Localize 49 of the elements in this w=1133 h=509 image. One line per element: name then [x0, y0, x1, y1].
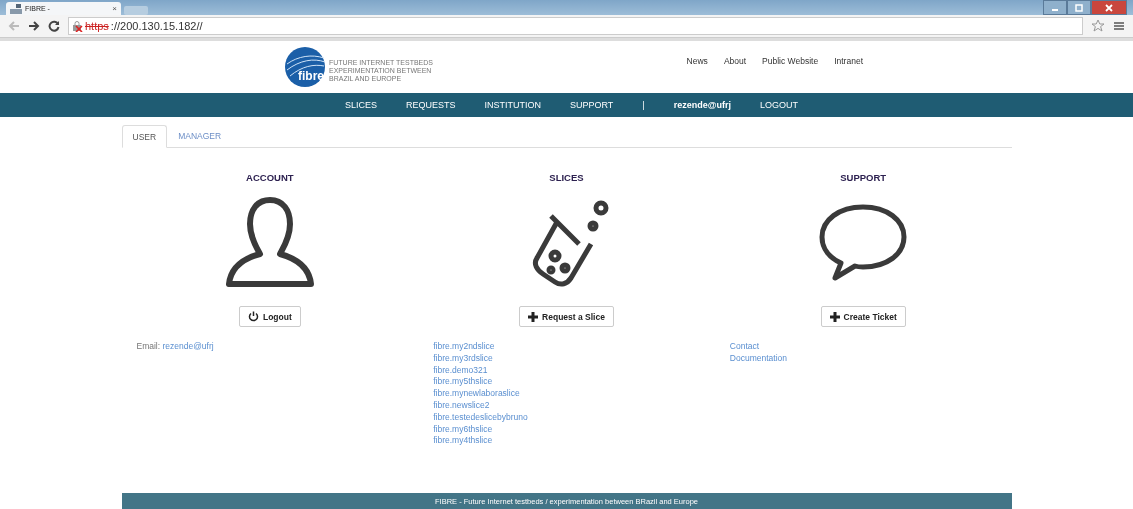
favicon-icon: [10, 3, 22, 14]
slice-link[interactable]: fibre.my4thslice: [433, 435, 493, 448]
minimize-button[interactable]: [1043, 0, 1067, 15]
logo-icon: [284, 46, 326, 88]
header-link[interactable]: News: [686, 56, 708, 66]
slice-link[interactable]: fibre.my3rdslice: [433, 352, 493, 365]
logo-text: fibre: [298, 69, 324, 83]
user-icon: [224, 195, 315, 288]
action-button[interactable]: Request a Slice: [519, 306, 614, 327]
slice-link[interactable]: fibre.my5thslice: [433, 376, 493, 389]
nav-link[interactable]: LOGOUT: [760, 100, 798, 110]
star-icon[interactable]: [1091, 19, 1105, 33]
nav-link[interactable]: SUPPORT: [570, 100, 614, 110]
maximize-icon: [1074, 3, 1084, 12]
nav-separator: |: [642, 100, 645, 110]
slice-link[interactable]: fibre.testedeslicebybruno: [433, 411, 528, 424]
address-field[interactable]: https ://200.130.15.182//: [68, 17, 1083, 35]
nav-link[interactable]: SLICES: [345, 100, 377, 110]
header-link[interactable]: Intranet: [834, 56, 863, 66]
slice-link[interactable]: fibre.mynewlaboraslice: [433, 388, 520, 400]
header-link[interactable]: About: [723, 56, 747, 66]
nav-user-link[interactable]: rezende@ufrj: [673, 100, 731, 110]
close-icon: [1104, 3, 1114, 12]
plus-icon: [829, 311, 840, 322]
plus-icon: [528, 311, 539, 322]
power-icon: [247, 311, 259, 322]
help-link[interactable]: Contact: [729, 341, 760, 353]
menu-icon[interactable]: [1113, 20, 1125, 32]
nav-link[interactable]: REQUESTS: [406, 100, 456, 110]
slice-link[interactable]: fibre.demo321: [433, 364, 488, 377]
tab[interactable]: USER: [121, 125, 168, 148]
slice-link[interactable]: fibre.my2ndslice: [433, 341, 495, 353]
email-link[interactable]: rezende@ufrj: [162, 341, 214, 351]
slice-link[interactable]: fibre.my6thslice: [433, 423, 493, 436]
action-button[interactable]: Create Ticket: [820, 306, 906, 327]
help-link[interactable]: Documentation: [729, 352, 787, 365]
section-heading: ACCOUNT: [246, 172, 294, 183]
reload-icon[interactable]: [48, 20, 60, 32]
section-heading: SLICES: [549, 172, 584, 183]
forward-icon[interactable]: [28, 20, 40, 32]
section-heading: SUPPORT: [840, 172, 887, 183]
maximize-button[interactable]: [1067, 0, 1091, 15]
tab-close-button[interactable]: ×: [112, 4, 117, 13]
header-link[interactable]: Public Website: [762, 56, 819, 66]
nav-link[interactable]: INSTITUTION: [484, 100, 541, 110]
slice-link[interactable]: fibre.newslice2: [433, 400, 490, 412]
action-button[interactable]: Logout: [238, 306, 301, 327]
close-button[interactable]: [1091, 0, 1127, 15]
email-text: Email: rezende@ufrj: [136, 341, 214, 353]
